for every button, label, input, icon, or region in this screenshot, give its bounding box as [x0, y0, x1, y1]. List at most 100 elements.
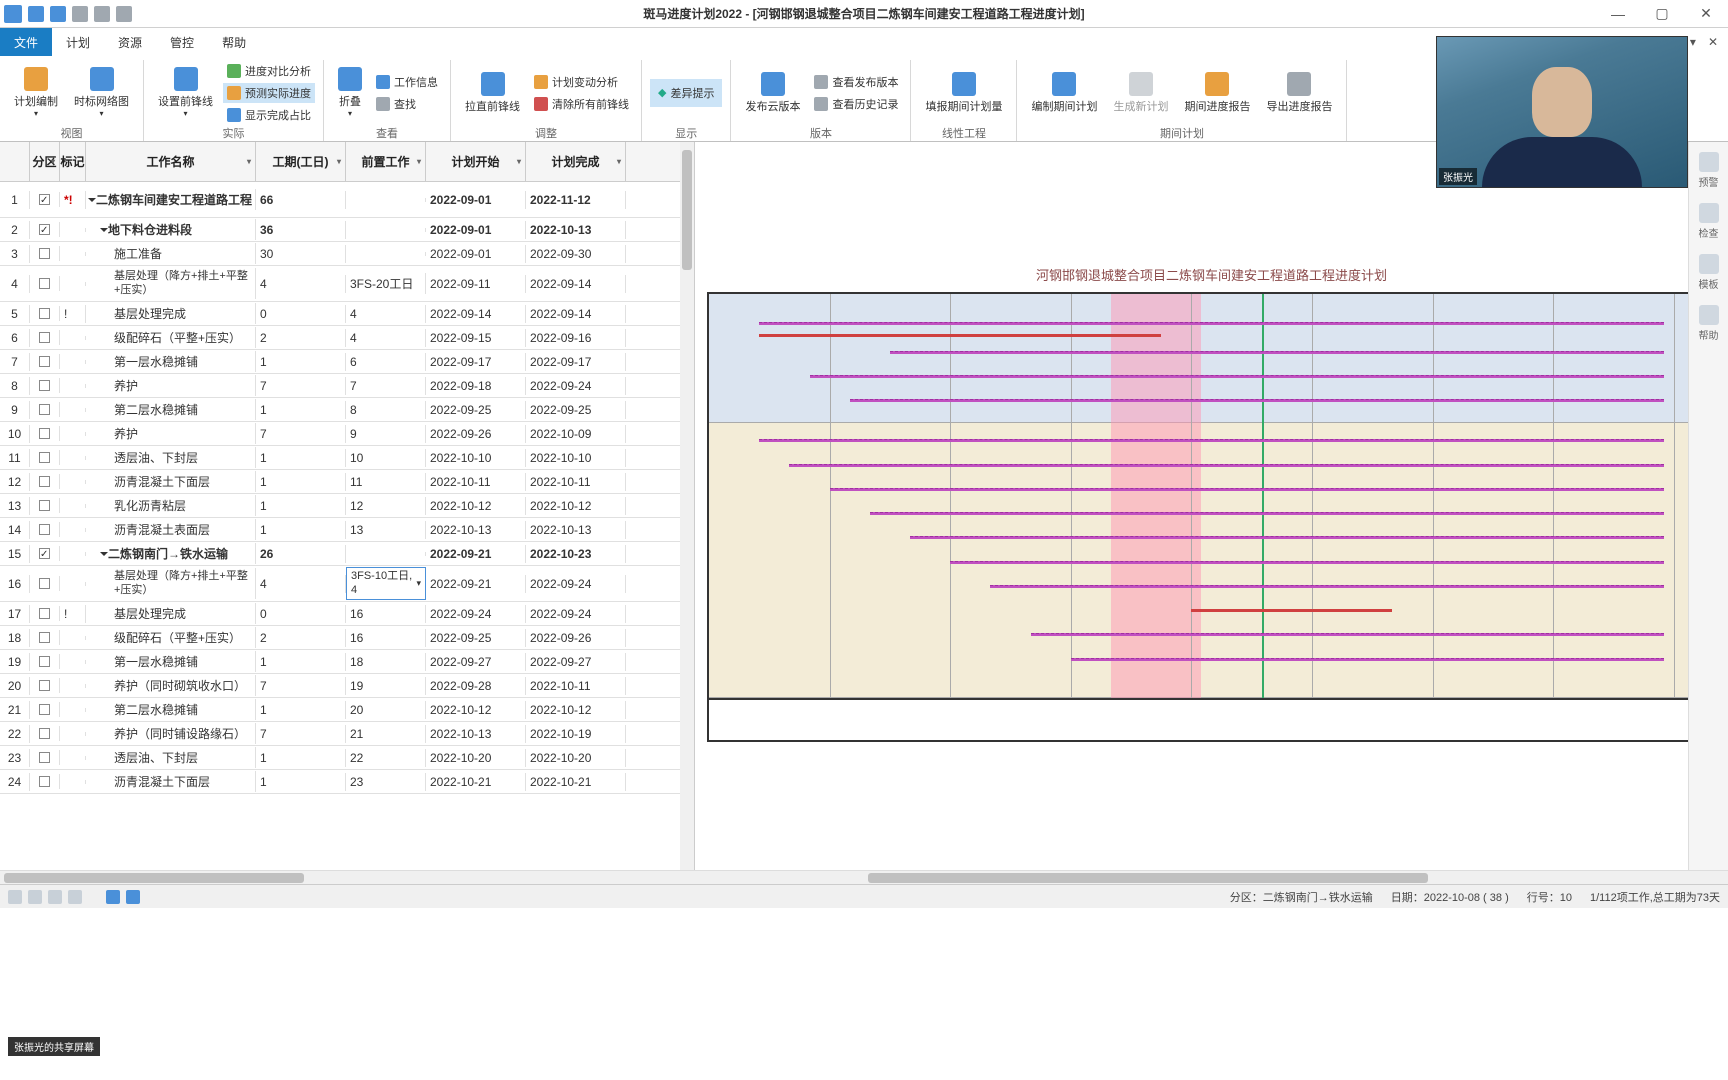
cell-zone[interactable]: [30, 546, 60, 561]
table-row[interactable]: 19第一层水稳摊铺1182022-09-272022-09-27: [0, 650, 694, 674]
cell-zone[interactable]: [30, 606, 60, 621]
cell-name[interactable]: 透层油、下封层: [86, 447, 256, 468]
cell-start[interactable]: 2022-09-26: [426, 425, 526, 443]
cell-predecessor[interactable]: 18: [346, 653, 426, 671]
cell-zone[interactable]: [30, 330, 60, 345]
cell-end[interactable]: 2022-09-17: [526, 353, 626, 371]
variance-button[interactable]: 计划变动分析: [530, 72, 633, 92]
table-row[interactable]: 1*!二炼钢车间建安工程道路工程662022-09-012022-11-12: [0, 182, 694, 218]
table-row[interactable]: 22养护（同时铺设路缘石）7212022-10-132022-10-19: [0, 722, 694, 746]
sb-icon-1[interactable]: [8, 890, 22, 904]
cell-end[interactable]: 2022-09-24: [526, 377, 626, 395]
cell-name[interactable]: 第一层水稳摊铺: [86, 351, 256, 372]
menu-help[interactable]: 帮助: [208, 28, 260, 56]
cell-zone[interactable]: [30, 522, 60, 537]
cell-start[interactable]: 2022-10-12: [426, 701, 526, 719]
table-row[interactable]: 14沥青混凝土表面层1132022-10-132022-10-13: [0, 518, 694, 542]
table-row[interactable]: 5!基层处理完成042022-09-142022-09-14: [0, 302, 694, 326]
cell-zone[interactable]: [30, 222, 60, 237]
table-row[interactable]: 13乳化沥青粘层1122022-10-122022-10-12: [0, 494, 694, 518]
col-predecessor[interactable]: 前置工作▾: [346, 142, 426, 181]
cell-predecessor[interactable]: 16: [346, 629, 426, 647]
cell-duration[interactable]: 2: [256, 329, 346, 347]
predict-actual-button[interactable]: 预测实际进度: [223, 83, 315, 103]
cell-start[interactable]: 2022-10-13: [426, 725, 526, 743]
mdi-close-icon[interactable]: ✕: [1704, 35, 1722, 49]
cell-start[interactable]: 2022-09-21: [426, 545, 526, 563]
cell-name[interactable]: 级配碎石（平整+压实）: [86, 627, 256, 648]
cell-end[interactable]: 2022-09-24: [526, 575, 626, 593]
cell-start[interactable]: 2022-09-14: [426, 305, 526, 323]
cell-start[interactable]: 2022-10-10: [426, 449, 526, 467]
chart-hscroll[interactable]: [864, 870, 1728, 884]
cell-predecessor[interactable]: 9: [346, 425, 426, 443]
cell-end[interactable]: 2022-09-30: [526, 245, 626, 263]
search-button[interactable]: 查找: [372, 94, 442, 114]
cell-name[interactable]: 养护: [86, 423, 256, 444]
table-row[interactable]: 12沥青混凝土下面层1112022-10-112022-10-11: [0, 470, 694, 494]
table-row[interactable]: 4基层处理（降方+排土+平整+压实）43FS-20工日2022-09-11202…: [0, 266, 694, 302]
table-row[interactable]: 6级配碎石（平整+压实）242022-09-152022-09-16: [0, 326, 694, 350]
table-row[interactable]: 10养护792022-09-262022-10-09: [0, 422, 694, 446]
cell-predecessor[interactable]: 4: [346, 329, 426, 347]
cell-predecessor[interactable]: 13: [346, 521, 426, 539]
cell-duration[interactable]: 26: [256, 545, 346, 563]
cell-predecessor[interactable]: 22: [346, 749, 426, 767]
cell-zone[interactable]: [30, 774, 60, 789]
table-row[interactable]: 23透层油、下封层1222022-10-202022-10-20: [0, 746, 694, 770]
table-row[interactable]: 8养护772022-09-182022-09-24: [0, 374, 694, 398]
gen-plan-button[interactable]: 生成新计划: [1107, 68, 1174, 118]
cell-duration[interactable]: 1: [256, 521, 346, 539]
cell-start[interactable]: 2022-09-11: [426, 275, 526, 293]
cell-zone[interactable]: [30, 426, 60, 441]
cell-name[interactable]: 第一层水稳摊铺: [86, 651, 256, 672]
cell-end[interactable]: 2022-09-26: [526, 629, 626, 647]
cell-zone[interactable]: [30, 702, 60, 717]
col-rownum[interactable]: [0, 142, 30, 181]
cell-zone[interactable]: [30, 306, 60, 321]
cell-predecessor[interactable]: 7: [346, 377, 426, 395]
cell-name[interactable]: 沥青混凝土下面层: [86, 771, 256, 792]
cell-zone[interactable]: [30, 750, 60, 765]
cell-predecessor[interactable]: [346, 252, 426, 256]
cell-zone[interactable]: [30, 678, 60, 693]
cell-start[interactable]: 2022-09-15: [426, 329, 526, 347]
cell-predecessor[interactable]: 11: [346, 473, 426, 491]
cell-name[interactable]: 乳化沥青粘层: [86, 495, 256, 516]
cell-start[interactable]: 2022-09-25: [426, 629, 526, 647]
network-diagram-button[interactable]: 时标网络图▾: [68, 63, 135, 122]
cell-end[interactable]: 2022-10-12: [526, 497, 626, 515]
cell-name[interactable]: 养护: [86, 375, 256, 396]
cell-predecessor[interactable]: [346, 552, 426, 556]
cell-end[interactable]: 2022-10-11: [526, 677, 626, 695]
cell-name[interactable]: 二炼钢车间建安工程道路工程: [86, 189, 256, 210]
view-history-button[interactable]: 查看历史记录: [810, 94, 902, 114]
cell-duration[interactable]: 1: [256, 449, 346, 467]
cell-end[interactable]: 2022-10-20: [526, 749, 626, 767]
cell-start[interactable]: 2022-09-28: [426, 677, 526, 695]
table-row[interactable]: 11透层油、下封层1102022-10-102022-10-10: [0, 446, 694, 470]
cell-zone[interactable]: [30, 354, 60, 369]
cell-predecessor[interactable]: 23: [346, 773, 426, 791]
print-icon[interactable]: [116, 6, 132, 22]
maximize-button[interactable]: ▢: [1640, 0, 1684, 28]
cell-name[interactable]: 施工准备: [86, 243, 256, 264]
cell-start[interactable]: 2022-09-01: [426, 245, 526, 263]
cell-duration[interactable]: 7: [256, 725, 346, 743]
cell-end[interactable]: 2022-09-24: [526, 605, 626, 623]
table-row[interactable]: 17!基层处理完成0162022-09-242022-09-24: [0, 602, 694, 626]
cell-name[interactable]: 养护（同时铺设路缘石）: [86, 723, 256, 744]
cell-start[interactable]: 2022-09-25: [426, 401, 526, 419]
cell-zone[interactable]: [30, 192, 60, 207]
col-zone[interactable]: 分区▾: [30, 142, 60, 181]
fill-qty-button[interactable]: 填报期间计划量: [919, 68, 1008, 118]
cell-duration[interactable]: 7: [256, 425, 346, 443]
cell-predecessor[interactable]: 19: [346, 677, 426, 695]
rail-warning[interactable]: 预警: [1699, 152, 1719, 189]
col-end[interactable]: 计划完成▾: [526, 142, 626, 181]
cell-zone[interactable]: [30, 378, 60, 393]
cell-zone[interactable]: [30, 402, 60, 417]
sb-view-2[interactable]: [126, 890, 140, 904]
cell-predecessor[interactable]: 16: [346, 605, 426, 623]
cell-name[interactable]: 沥青混凝土表面层: [86, 519, 256, 540]
